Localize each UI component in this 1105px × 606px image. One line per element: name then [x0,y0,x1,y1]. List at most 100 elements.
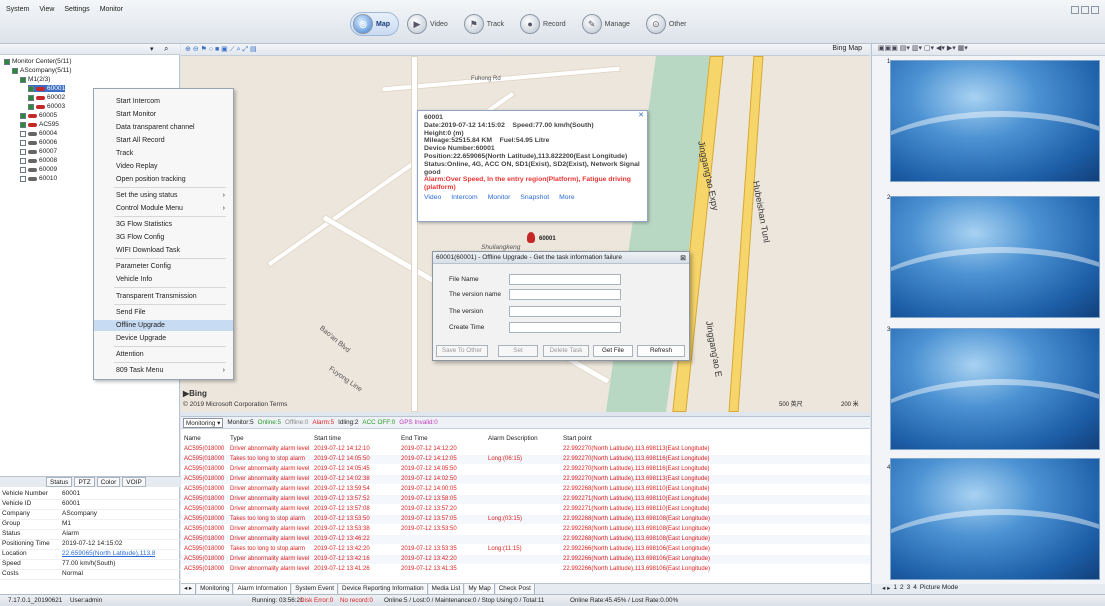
monitoring-dropdown[interactable]: Monitoring ▾ [183,417,224,428]
menu-item-vehicle-info[interactable]: Vehicle Info [94,274,233,285]
popup-link-snapshot[interactable]: Snapshot [520,194,549,202]
tab-manage[interactable]: ✎ Manage [580,12,638,36]
minimize-icon[interactable] [1071,6,1079,14]
menu-item-transparent-transmission[interactable]: Transparent Transmission [94,291,233,302]
tab-record[interactable]: ● Record [518,12,574,36]
save-to-other-button[interactable]: Save To Other [436,345,488,357]
tab-video[interactable]: ▶ Video [405,12,456,36]
menu-item-offline-upgrade[interactable]: Offline Upgrade [94,320,233,331]
delete-task-button[interactable]: Delete Task [543,345,589,357]
column-header[interactable]: Name [184,435,201,442]
close-icon[interactable]: ⊠ [680,253,686,265]
menu-item-send-file[interactable]: Send File [94,307,233,318]
column-header[interactable]: End Time [401,435,428,442]
tree-node-company[interactable]: AScompany(5/11) [12,67,72,74]
menu-item-position-tracking[interactable]: Open position tracking [94,174,233,185]
tab-nav-arrows[interactable]: ◂ ▸ [882,584,890,594]
vehicle-marker-icon[interactable] [527,232,535,243]
tree-node-vehicle[interactable]: 60003 [28,103,65,110]
table-row[interactable]: AC595(018000 Driver abnormality alarm lev… [181,505,870,514]
video-tile-3[interactable] [890,328,1100,450]
table-row[interactable]: AC595(018000 Driver abnormality alarm lev… [181,535,870,544]
video-page-tab[interactable]: 1 [893,584,897,594]
table-row[interactable]: AC595(018000 Takes too long to stop alarm… [181,455,870,464]
menu-item-809-task[interactable]: 809 Task Menu › [94,365,233,376]
video-page-tab[interactable]: 3 [907,584,911,594]
table-row[interactable]: AC595(018000 Driver abnormality alarm lev… [181,485,870,494]
table-row[interactable]: AC595(018000 Takes too long to stop alarm… [181,545,870,554]
tab-nav-arrows[interactable]: ◂ ▸ [181,584,197,594]
menu-view[interactable]: View [39,6,54,13]
menu-item-3g-flow-config[interactable]: 3G Flow Config [94,232,233,243]
refresh-button[interactable]: Refresh [637,345,685,357]
maximize-icon[interactable] [1081,6,1089,14]
version-name-input[interactable] [509,289,621,300]
map-provider-select[interactable]: Bing Map [832,45,862,52]
video-tile-1[interactable] [890,60,1100,182]
column-header[interactable]: Type [230,435,244,442]
menu-item-device-upgrade[interactable]: Device Upgrade [94,333,233,344]
tab-system-event[interactable]: System Event [292,584,339,594]
table-row[interactable]: AC595(018000 Driver abnormality alarm lev… [181,465,870,474]
menu-item-start-all-record[interactable]: Start All Record [94,135,233,146]
menu-monitor[interactable]: Monitor [100,6,123,13]
menu-item-attention[interactable]: Attention [94,349,233,360]
column-header[interactable]: Start time [314,435,341,442]
map-copyright[interactable]: © 2019 Microsoft Corporation Terms [183,401,287,408]
menu-system[interactable]: System [6,6,29,13]
create-time-input[interactable] [509,322,621,333]
menu-item-start-monitor[interactable]: Start Monitor [94,109,233,120]
tab-color[interactable]: Color [96,477,121,487]
search-icon[interactable]: ⌕ [164,44,168,54]
table-row[interactable]: AC595(018000 Driver abnormality alarm lev… [181,525,870,534]
close-icon[interactable]: ✕ [638,112,644,120]
menu-item-wifi-download[interactable]: WIFI Download Task [94,245,233,256]
popup-link-more[interactable]: More [559,194,575,202]
video-layout-icons[interactable]: ▣▣▣ ▤▾ ▥▾ ▢▾ ◀▾ ▶▾ ▦▾ [878,44,968,52]
menu-item-parameter-config[interactable]: Parameter Config [94,261,233,272]
tab-track[interactable]: ⚑ Track [462,12,512,36]
tree-node-vehicle[interactable]: 60005 [20,112,57,119]
popup-link-monitor[interactable]: Monitor [488,194,511,202]
column-header[interactable]: Start point [563,435,592,442]
tab-other[interactable]: ⊙ Other [644,12,695,36]
tab-alarm-information[interactable]: Alarm Information [234,584,292,594]
tree-node-vehicle[interactable]: 60007 [20,148,57,155]
tree-node-root[interactable]: Monitor Center(5/11) [4,58,72,65]
table-row[interactable]: AC595(018000 Driver abnormality alarm lev… [181,445,870,454]
map-tools-icons[interactable]: ⊕ ⊖ ⚑ ○ ■ ▣ ⟋ ⌕ ⤢ ▤ [185,45,257,54]
tab-map[interactable]: ◎ Map [350,12,399,36]
menu-settings[interactable]: Settings [64,6,89,13]
tree-node-vehicle[interactable]: 60010 [20,175,57,182]
menu-item-control-module[interactable]: Control Module Menu › [94,203,233,214]
tree-node-vehicle[interactable]: AC595 [20,121,59,128]
tab-device-reporting[interactable]: Device Reporting Information [339,584,428,594]
tree-node-vehicle[interactable]: 60002 [28,94,65,101]
tree-node-vehicle[interactable]: 60008 [20,157,57,164]
menu-item-set-status[interactable]: Set the using status › [94,190,233,201]
menu-item-video-replay[interactable]: Video Replay [94,161,233,172]
tree-node-vehicle[interactable]: 60009 [20,166,57,173]
tree-node-group[interactable]: M1(2/3) [20,76,50,83]
tab-status[interactable]: Status [46,477,73,487]
tree-node-vehicle[interactable]: 60004 [20,130,57,137]
table-row[interactable]: AC595(018000 Driver abnormality alarm lev… [181,495,870,504]
table-row[interactable]: AC595(018000 Driver abnormality alarm lev… [181,555,870,564]
column-header[interactable]: Alarm Description [488,435,538,442]
tab-monitoring[interactable]: Monitoring [197,584,234,594]
video-tile-4[interactable] [890,458,1100,580]
file-name-input[interactable] [509,274,621,285]
menu-item-3g-flow-stats[interactable]: 3G Flow Statistics [94,219,233,230]
tab-ptz[interactable]: PTZ [74,477,95,487]
tab-my-map[interactable]: My Map [465,584,495,594]
table-row[interactable]: AC595(018000 Takes too long to stop alarm… [181,515,870,524]
menu-item-data-transparent[interactable]: Data transparent channel [94,122,233,133]
popup-link-intercom[interactable]: Intercom [451,194,477,202]
get-file-button[interactable]: Get File [593,345,633,357]
picture-mode-tab[interactable]: Picture Mode [920,584,958,594]
menu-item-start-intercom[interactable]: Start Intercom [94,96,233,107]
close-icon[interactable] [1091,6,1099,14]
table-row[interactable]: AC595(018000 Driver abnormality alarm lev… [181,565,870,574]
set-button[interactable]: Set [498,345,538,357]
location-link[interactable]: 22.659065(North Latitude),113.8 [62,550,155,559]
